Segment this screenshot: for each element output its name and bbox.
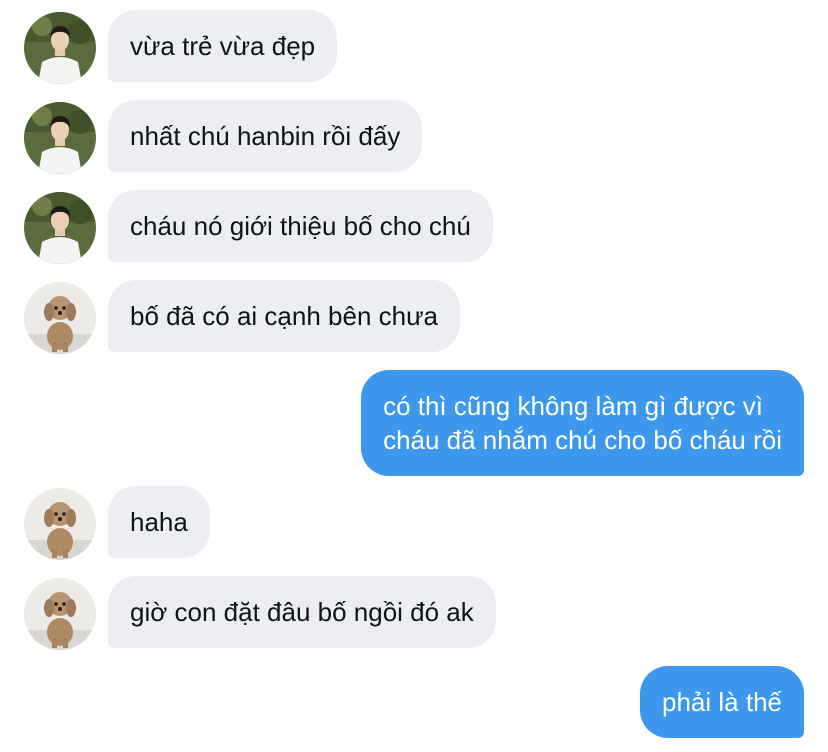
person-avatar-icon xyxy=(24,12,96,84)
poodle-dog-icon xyxy=(24,282,96,354)
dog-avatar[interactable] xyxy=(24,578,96,650)
sent-message-bubble[interactable]: có thì cũng không làm gì được vì cháu đã… xyxy=(361,370,804,476)
message-bubble[interactable]: vừa trẻ vừa đẹp xyxy=(108,10,338,82)
message-text: bố đã có ai cạnh bên chưa xyxy=(130,301,438,331)
dog-avatar[interactable] xyxy=(24,282,96,354)
person-avatar[interactable] xyxy=(24,192,96,264)
message-bubble[interactable]: nhất chú hanbin rồi đấy xyxy=(108,100,423,172)
message-text-line: có thì cũng không làm gì được vì xyxy=(383,391,763,421)
message-text: phải là thế xyxy=(662,687,782,717)
poodle-dog-icon xyxy=(24,488,96,560)
message-bubble[interactable]: haha xyxy=(108,486,210,558)
person-avatar[interactable] xyxy=(24,102,96,174)
message-text: nhất chú hanbin rồi đấy xyxy=(130,121,401,151)
person-avatar-icon xyxy=(24,192,96,264)
message-text: vừa trẻ vừa đẹp xyxy=(130,31,316,61)
poodle-dog-icon xyxy=(24,578,96,650)
person-avatar-icon xyxy=(24,102,96,174)
message-text: haha xyxy=(130,507,188,537)
person-avatar[interactable] xyxy=(24,12,96,84)
message-text: cháu nó giới thiệu bố cho chú xyxy=(130,211,471,241)
sent-message-bubble[interactable]: phải là thế xyxy=(640,666,804,738)
message-bubble[interactable]: cháu nó giới thiệu bố cho chú xyxy=(108,190,493,262)
dog-avatar[interactable] xyxy=(24,488,96,560)
message-bubble[interactable]: giờ con đặt đâu bố ngồi đó ak xyxy=(108,576,496,648)
message-bubble[interactable]: bố đã có ai cạnh bên chưa xyxy=(108,280,460,352)
message-text-line: cháu đã nhắm chú cho bố cháu rồi xyxy=(383,425,782,455)
message-text: giờ con đặt đâu bố ngồi đó ak xyxy=(130,597,474,627)
